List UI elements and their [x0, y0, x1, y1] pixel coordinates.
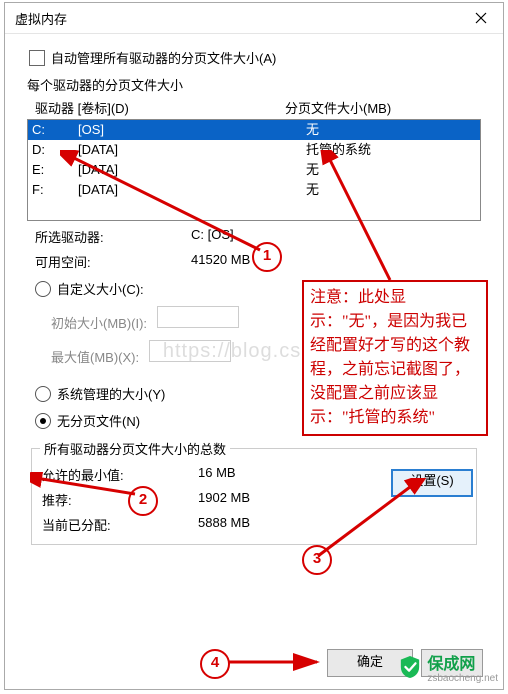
radio-icon[interactable] — [35, 281, 51, 297]
window-title: 虚拟内存 — [5, 9, 67, 28]
annotation-number-4: 4 — [200, 649, 230, 679]
auto-manage-row[interactable]: 自动管理所有驱动器的分页文件大小(A) — [29, 48, 485, 67]
col-page: 分页文件大小(MB) — [285, 98, 391, 117]
auto-manage-checkbox[interactable] — [29, 50, 45, 66]
per-drive-title: 每个驱动器的分页文件大小 — [27, 75, 485, 94]
radio-icon[interactable] — [35, 413, 51, 429]
column-headers: 驱动器 [卷标](D) 分页文件大小(MB) — [23, 98, 485, 119]
col-drive: 驱动器 [卷标](D) — [35, 98, 285, 117]
annotation-number-1: 1 — [252, 242, 282, 272]
auto-manage-label: 自动管理所有驱动器的分页文件大小(A) — [51, 48, 276, 67]
max-size-input — [149, 340, 231, 362]
radio-icon[interactable] — [35, 386, 51, 402]
titlebar: 虚拟内存 — [5, 3, 503, 34]
brand-badge: 保成网 zsbaocheng.net — [399, 650, 498, 684]
shield-icon — [399, 655, 421, 679]
totals-title: 所有驱动器分页文件大小的总数 — [40, 439, 230, 458]
close-icon — [475, 12, 487, 24]
annotation-note: 注意：此处显示："无"，是因为我已经配置好才写的这个教程，之前忘记截图了，没配置… — [302, 280, 488, 436]
set-button[interactable]: 设置(S) — [391, 469, 473, 497]
annotation-number-3: 3 — [302, 545, 332, 575]
list-item[interactable]: C: [OS] 无 — [28, 120, 480, 140]
initial-size-input — [157, 306, 239, 328]
list-item[interactable]: F: [DATA] 无 — [28, 180, 480, 200]
list-item[interactable]: E: [DATA] 无 — [28, 160, 480, 180]
close-button[interactable] — [459, 3, 503, 33]
drive-list[interactable]: C: [OS] 无 D: [DATA] 托管的系统 E: [DATA] 无 F:… — [27, 119, 481, 221]
annotation-number-2: 2 — [128, 486, 158, 516]
list-item[interactable]: D: [DATA] 托管的系统 — [28, 140, 480, 160]
